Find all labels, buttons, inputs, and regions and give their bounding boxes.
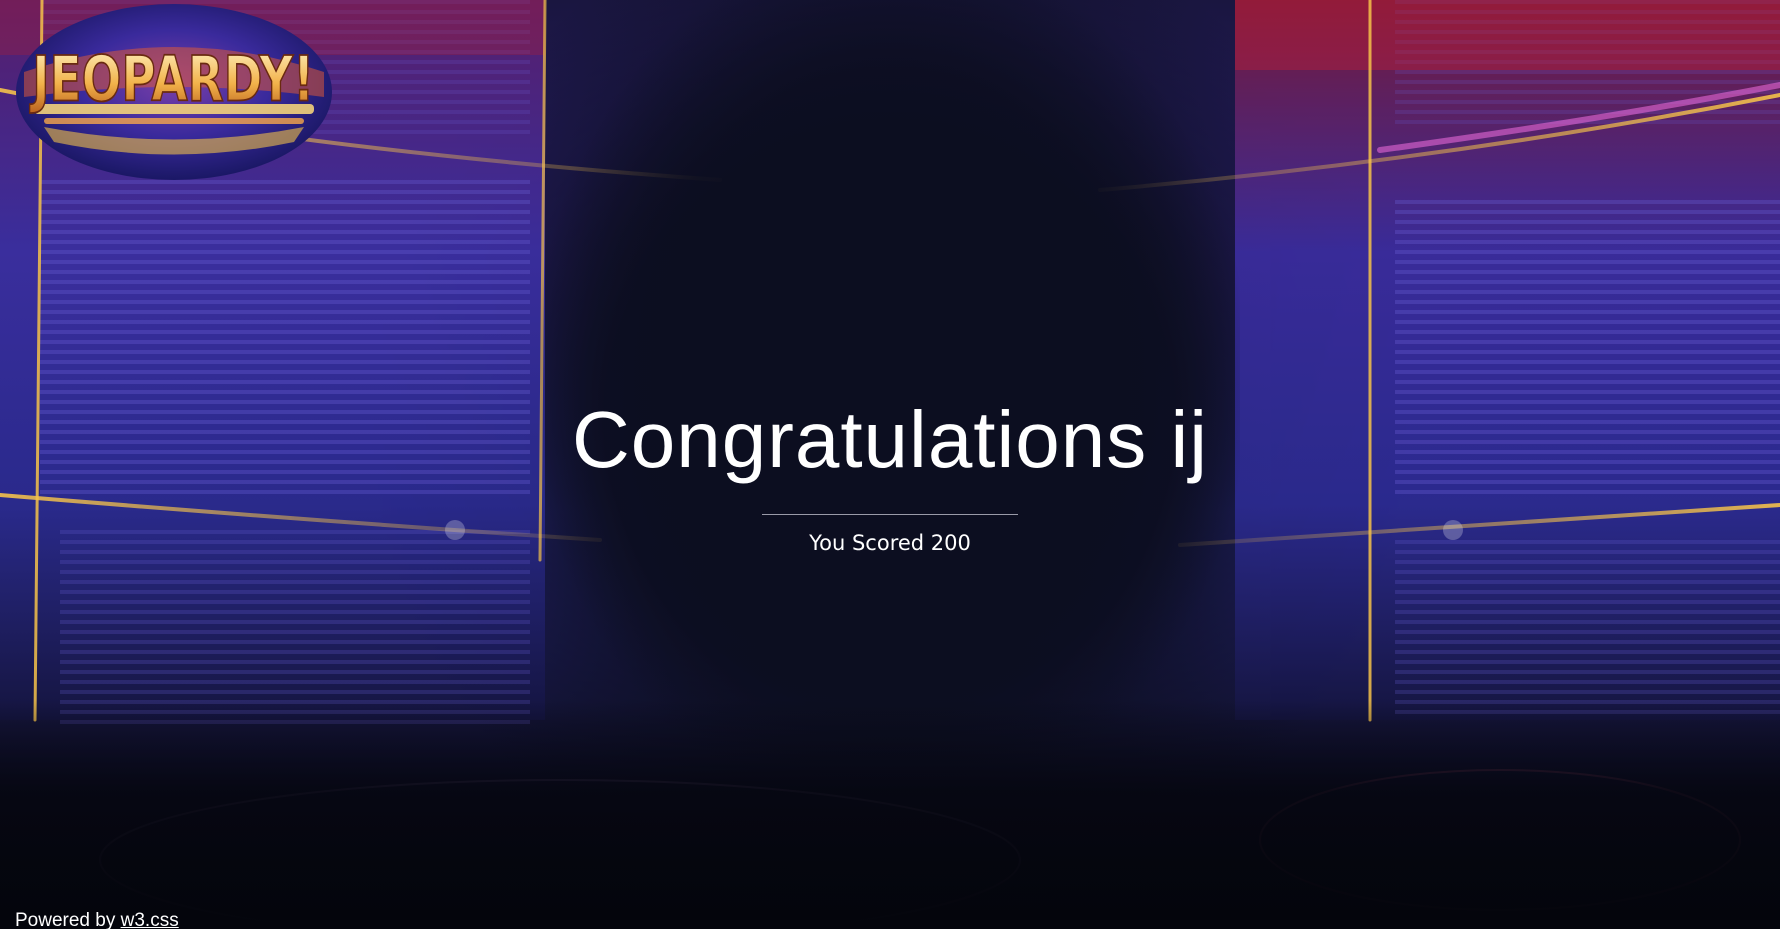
score-text: You Scored 200 bbox=[809, 531, 971, 555]
floor-shadow bbox=[0, 700, 1780, 929]
center-vignette bbox=[540, 0, 1240, 760]
game-stage: JEOPARDY! Congratulations ij You Scored … bbox=[0, 0, 1780, 929]
jeopardy-logo: JEOPARDY! bbox=[16, 4, 332, 180]
logo-wordmark: JEOPARDY! bbox=[29, 44, 314, 116]
footer: Powered by w3.css bbox=[15, 910, 179, 929]
w3css-link[interactable]: w3.css bbox=[121, 910, 179, 929]
result-panel: Congratulations ij You Scored 200 bbox=[0, 390, 1780, 559]
right-wall bbox=[1235, 0, 1780, 720]
footer-prefix: Powered by bbox=[15, 910, 121, 929]
congratulations-heading: Congratulations ij bbox=[571, 395, 1209, 484]
divider bbox=[762, 514, 1018, 515]
